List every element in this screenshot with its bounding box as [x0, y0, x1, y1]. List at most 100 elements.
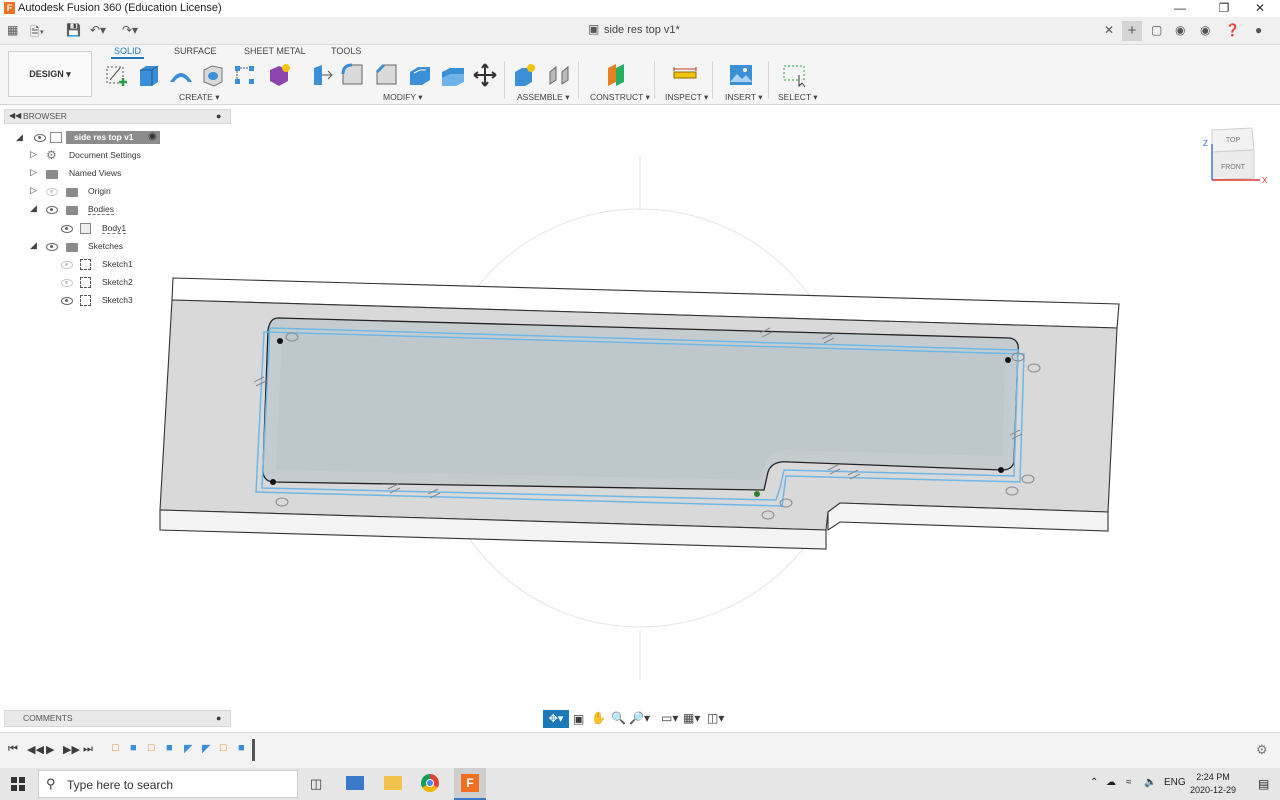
taskbar-app-icon[interactable] [346, 776, 364, 790]
visibility-eye-icon[interactable] [46, 243, 58, 251]
timeline-sketch-icon[interactable]: □ [112, 742, 119, 754]
timeline-settings-gear-icon[interactable]: ⚙ [1256, 742, 1268, 758]
timeline-step-back-icon[interactable]: ◀◀ [27, 743, 44, 756]
browser-item-sketches[interactable]: ◢ Sketches [28, 239, 128, 255]
browser-item-origin[interactable]: ▷ Origin [28, 184, 118, 200]
taskbar-search-box[interactable]: ⚲ Type here to search [38, 770, 298, 798]
collapse-triangle-icon[interactable]: ◢ [30, 203, 37, 214]
timeline-play-icon[interactable]: ▶ [46, 743, 54, 756]
task-view-icon[interactable]: ◫ [310, 776, 322, 792]
move-icon[interactable] [472, 62, 498, 88]
look-at-icon[interactable]: ▣ [573, 712, 584, 726]
viewcube-top-label[interactable]: TOP [1226, 137, 1241, 144]
undo-icon[interactable]: ↶▾ [90, 23, 106, 37]
inspect-menu[interactable]: INSPECT ▾ [665, 92, 708, 103]
windows-start-icon[interactable] [11, 777, 25, 791]
create-sketch-icon[interactable] [104, 62, 130, 88]
modify-menu[interactable]: MODIFY ▾ [383, 92, 423, 103]
new-component-icon[interactable] [512, 62, 538, 88]
apps-grid-icon[interactable]: ▦ [7, 23, 18, 37]
extrude-icon[interactable] [136, 62, 162, 88]
combine-icon[interactable] [440, 62, 466, 88]
fusion-taskbar-button[interactable]: F [454, 768, 486, 800]
browser-item-sketch1[interactable]: Sketch1 [58, 257, 138, 273]
browser-item-document-settings[interactable]: ▷ ⚙ Document Settings [28, 148, 148, 164]
expand-triangle-icon[interactable]: ▷ [30, 185, 37, 196]
close-tab-icon[interactable]: ✕ [1104, 23, 1114, 37]
browser-item-bodies[interactable]: ◢ Bodies [28, 202, 124, 218]
expand-triangle-icon[interactable]: ▷ [30, 167, 37, 178]
browser-item-named-views[interactable]: ▷ Named Views [28, 166, 128, 182]
timeline-end-icon[interactable]: ⏭ [83, 743, 93, 756]
wifi-icon[interactable]: ≈ [1126, 777, 1132, 788]
save-icon[interactable]: 💾 [66, 23, 81, 37]
chrome-icon[interactable] [421, 774, 439, 792]
insert-menu[interactable]: INSERT ▾ [725, 92, 763, 103]
fit-zoom-icon[interactable]: 🔎▾ [629, 711, 650, 725]
timeline-fillet-icon[interactable]: ◤ [184, 742, 192, 755]
timeline-sketch-icon[interactable]: □ [220, 742, 227, 754]
comments-panel[interactable]: COMMENTS ● [4, 710, 231, 727]
expand-triangle-icon[interactable]: ▷ [30, 149, 37, 160]
viewcube-front-label[interactable]: FRONT [1221, 164, 1246, 171]
view-cube[interactable]: TOP FRONT X Z [1200, 124, 1268, 190]
activate-radio-icon[interactable]: ◉ [148, 131, 157, 142]
visibility-eye-icon[interactable] [46, 206, 58, 214]
timeline-fillet-icon[interactable]: ◤ [202, 742, 210, 755]
comments-add-icon[interactable]: ● [216, 713, 221, 723]
insert-canvas-icon[interactable] [728, 62, 754, 88]
browser-item-body1[interactable]: Body1 [58, 221, 134, 237]
timeline-features[interactable]: □ ■ □ ■ ◤ ◤ □ ■ [110, 739, 255, 761]
shell-icon[interactable] [406, 62, 432, 88]
collapse-browser-icon[interactable]: ◀◀ [9, 111, 21, 120]
browser-root-node[interactable]: ◢ side res top v1 ◉ [14, 130, 164, 146]
display-settings-icon[interactable]: ▭▾ [661, 711, 678, 725]
help-icon[interactable]: ❓ [1225, 23, 1240, 37]
orbit-icon[interactable]: ✥▾ [543, 710, 569, 728]
create-form-icon[interactable] [266, 62, 292, 88]
file-menu-icon[interactable]: 🗎▾ [30, 23, 44, 44]
visibility-eye-icon[interactable] [61, 225, 73, 233]
fillet-icon[interactable] [340, 62, 366, 88]
collapse-triangle-icon[interactable]: ◢ [16, 132, 23, 143]
onedrive-cloud-icon[interactable]: ☁ [1106, 777, 1116, 788]
tab-sheet-metal[interactable]: SHEET METAL [244, 46, 306, 56]
visibility-eye-icon[interactable] [61, 279, 73, 287]
tab-solid[interactable]: SOLID [110, 46, 145, 59]
redo-icon[interactable]: ↷▾ [122, 23, 138, 37]
hole-icon[interactable] [200, 62, 226, 88]
tab-tools[interactable]: TOOLS [331, 46, 361, 56]
pan-hand-icon[interactable]: ✋ [591, 711, 606, 725]
grid-settings-icon[interactable]: ▦▾ [683, 711, 700, 725]
file-explorer-icon[interactable] [384, 776, 402, 790]
visibility-eye-icon[interactable] [61, 297, 73, 305]
select-menu[interactable]: SELECT ▾ [778, 92, 818, 103]
notifications-icon[interactable]: ◉ [1200, 23, 1210, 37]
measure-icon[interactable] [672, 62, 698, 88]
visibility-eye-icon[interactable] [34, 134, 46, 142]
close-window-button[interactable]: ✕ [1240, 0, 1280, 17]
language-indicator[interactable]: ENG [1164, 777, 1186, 788]
timeline-marker[interactable] [252, 739, 255, 761]
timeline-sketch-icon[interactable]: □ [148, 742, 155, 754]
jobs-status-icon[interactable]: ▢ [1151, 23, 1162, 37]
browser-header[interactable]: ◀◀ BROWSER ● [4, 109, 231, 124]
timeline-start-icon[interactable]: ⏮ [8, 743, 18, 756]
zoom-icon[interactable]: 🔍 [611, 711, 626, 725]
taskbar-clock[interactable]: 2:24 PM 2020-12-29 [1188, 771, 1238, 797]
browser-item-sketch2[interactable]: Sketch2 [58, 275, 138, 291]
create-menu[interactable]: CREATE ▾ [179, 92, 220, 103]
joint-icon[interactable] [546, 62, 572, 88]
browser-pin-icon[interactable]: ● [216, 111, 221, 121]
timeline-step-forward-icon[interactable]: ▶▶ [63, 743, 80, 756]
window-select-icon[interactable] [782, 62, 808, 88]
press-pull-icon[interactable] [308, 62, 334, 88]
workspace-switcher-button[interactable]: DESIGN ▾ [8, 51, 92, 97]
new-tab-button[interactable]: + [1122, 21, 1142, 41]
timeline-extrude-icon[interactable]: ■ [166, 742, 173, 754]
volume-icon[interactable]: 🔈 [1144, 777, 1156, 788]
construct-menu[interactable]: CONSTRUCT ▾ [590, 92, 650, 103]
rectangular-pattern-icon[interactable] [232, 62, 258, 88]
revolve-icon[interactable] [168, 62, 194, 88]
timeline-extrude-icon[interactable]: ■ [130, 742, 137, 754]
